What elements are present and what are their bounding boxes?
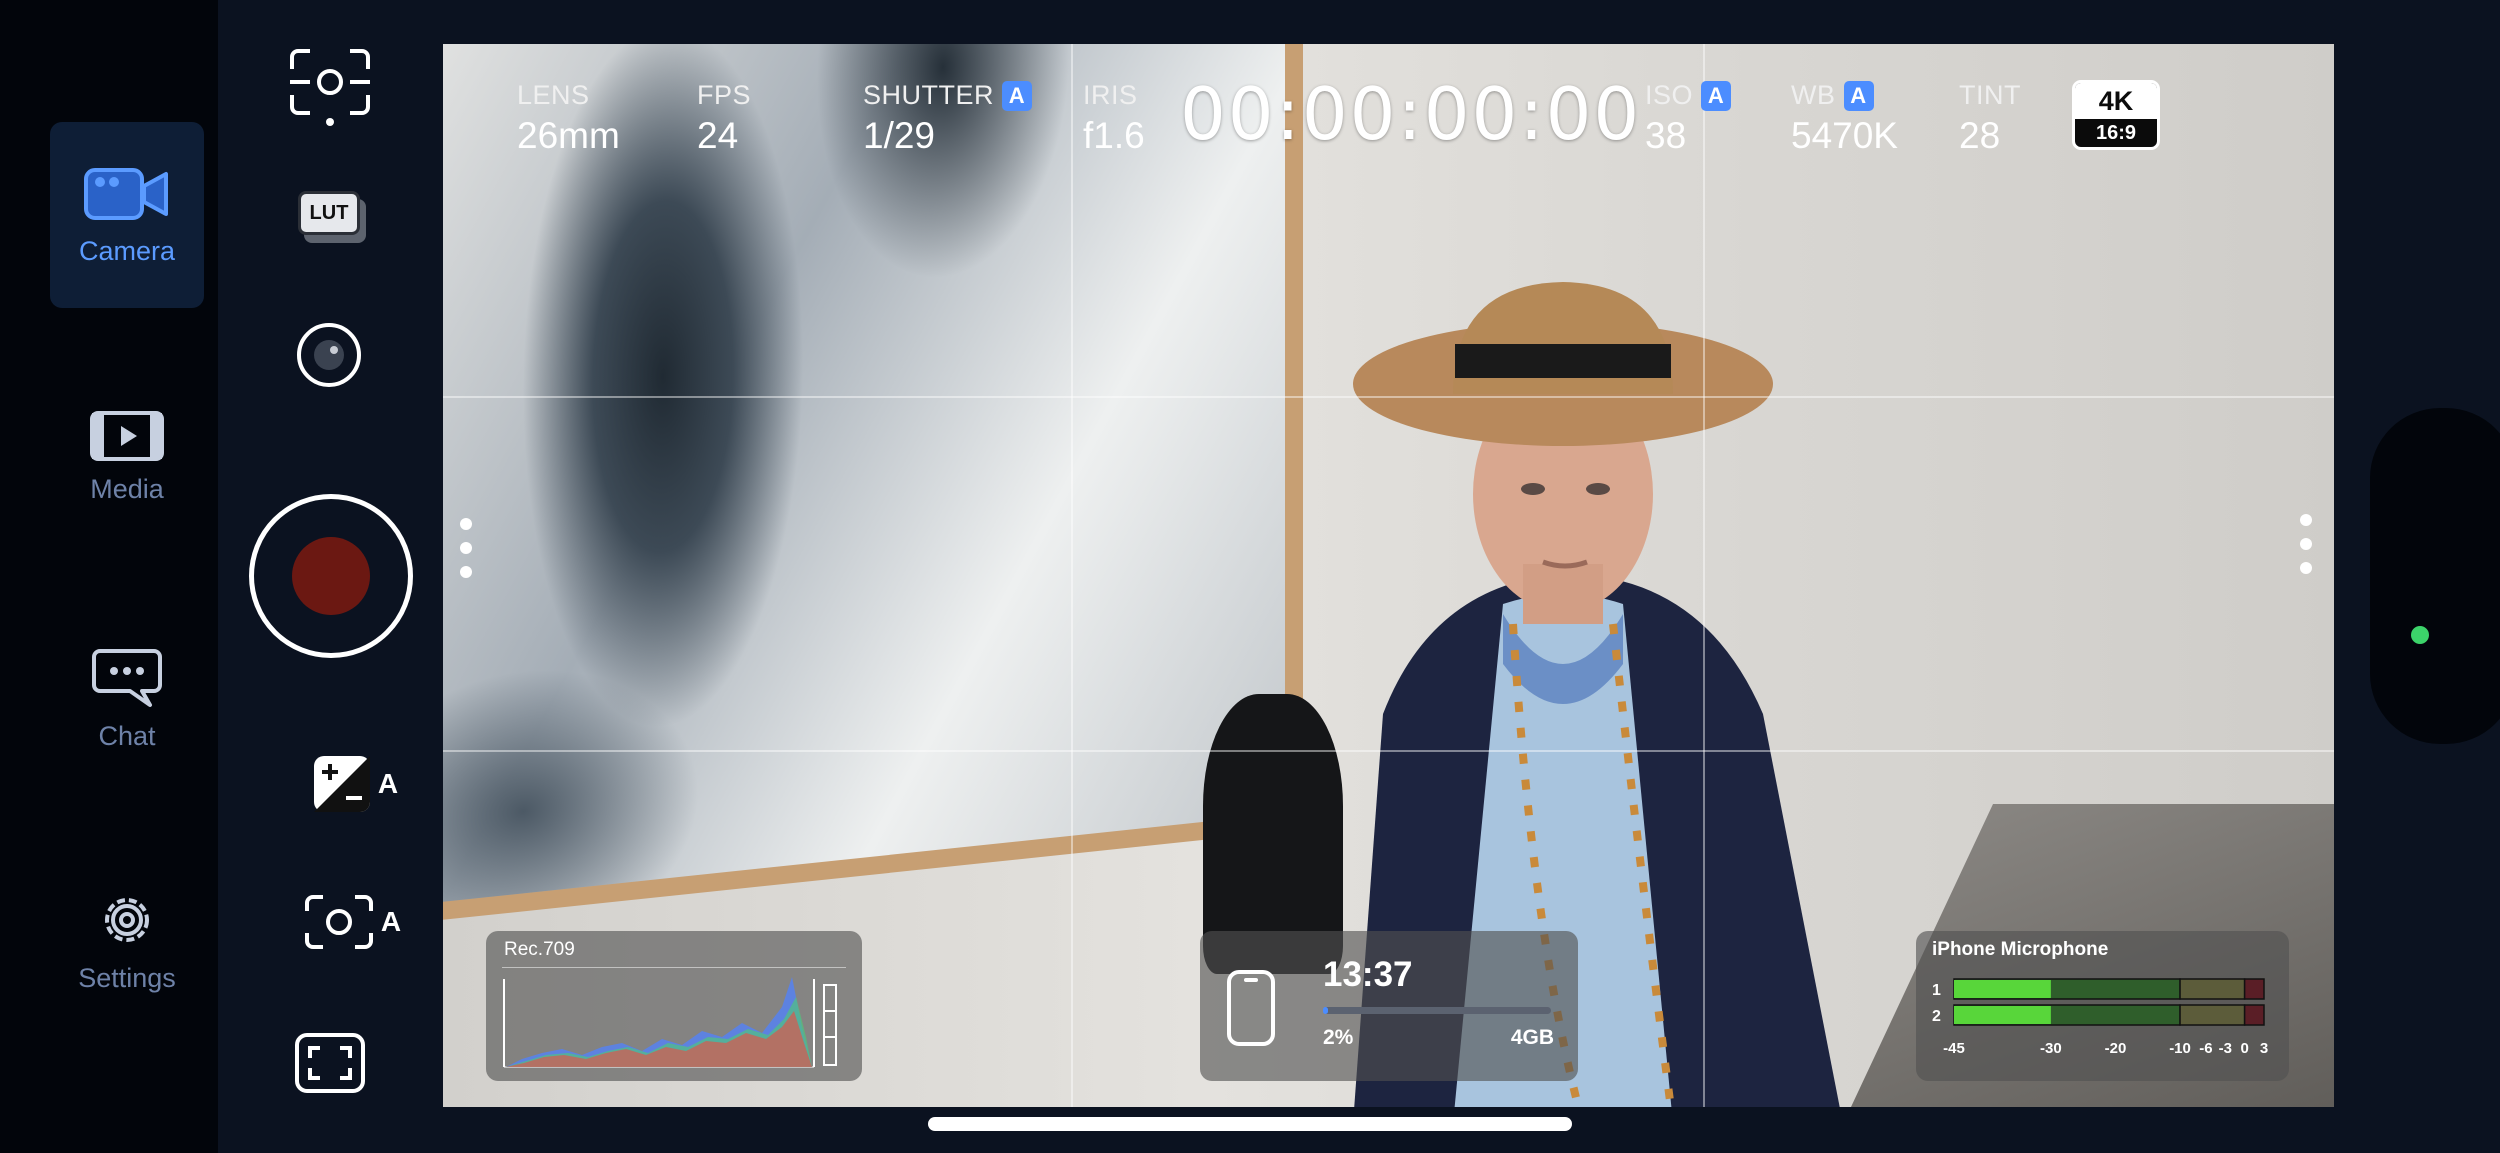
timecode[interactable]: 00:00:00:00 [1180, 72, 1641, 156]
camera-select-button[interactable] [294, 320, 364, 390]
audio-level-bar [1954, 980, 2051, 998]
audio-level-meters: 12-45 -30 -20 -10 -6 -3 0 3 [1932, 978, 2268, 1057]
wb-auto-badge: A [1843, 80, 1874, 111]
grid-line-v2 [1703, 44, 1705, 1107]
gear-icon [105, 897, 149, 942]
nav-media-label: Media [90, 473, 164, 504]
histogram-graph [502, 967, 846, 1068]
hud-iso[interactable]: ISO A 38 [1645, 80, 1732, 157]
storage-usage-bar [1323, 1007, 1551, 1014]
aspect-ratio-value: 16:9 [2095, 121, 2137, 144]
left-drawer-handle[interactable] [457, 518, 475, 578]
tint-value: 28 [1959, 115, 2001, 156]
record-dot [292, 537, 370, 615]
left-navigation: Camera Media Chat Settings [0, 0, 218, 1153]
hud-lens[interactable]: LENS 26mm [517, 80, 620, 157]
resolution-value: 4K [2075, 83, 2157, 119]
video-camera-icon [84, 167, 168, 220]
nav-chat-label: Chat [98, 720, 156, 751]
audio-scale-label: 0 [2240, 1040, 2248, 1057]
audio-scale-label: -6 [2199, 1040, 2212, 1057]
audio-meter-segment [2243, 1004, 2265, 1026]
audio-scale-label: -45 [1943, 1040, 1965, 1057]
lens-label: LENS [517, 80, 590, 110]
camera-focus-icon [304, 895, 373, 949]
fps-value: 24 [697, 115, 739, 156]
status-indicator [2411, 626, 2429, 644]
audio-channel-label: 1 [1932, 982, 1941, 999]
shutter-label: SHUTTER [863, 80, 994, 110]
frame-corners-icon [295, 1033, 365, 1093]
home-indicator[interactable] [928, 1117, 1572, 1131]
audio-scale-label: -3 [2219, 1040, 2232, 1057]
lut-icon: LUT [298, 191, 366, 243]
recording-time-remaining: 13:37 [1323, 955, 1413, 994]
shutter-value: 1/29 [863, 115, 936, 156]
audio-scale-label: -10 [2169, 1040, 2191, 1057]
audio-scale-label: -30 [2040, 1040, 2062, 1057]
grid-line-v1 [1071, 44, 1073, 1107]
storage-panel[interactable]: 13:37 2% 4GB [1200, 931, 1578, 1081]
auto-focus-button[interactable]: A [292, 890, 412, 954]
shutter-auto-badge: A [1002, 80, 1032, 111]
tint-label: TINT [1959, 80, 2021, 110]
storage-percent-used: 2% [1323, 1026, 1354, 1049]
iris-label: IRIS [1083, 80, 1138, 110]
nav-settings-label: Settings [78, 962, 176, 993]
film-strip-icon [90, 410, 164, 461]
frame-guides-button[interactable] [292, 1030, 368, 1096]
audio-meter-segment [2179, 978, 2246, 1000]
chat-bubble-icon [92, 648, 162, 707]
exposure-compensation-icon [313, 756, 370, 812]
exposure-compensation-button[interactable]: A [300, 752, 410, 816]
audio-meter-segment [2179, 1004, 2246, 1026]
auto-focus-indicator: A [380, 906, 402, 937]
lens-icon [297, 323, 361, 387]
audio-channel-label: 2 [1932, 1008, 1941, 1025]
auto-exposure-indicator: A [377, 768, 399, 799]
wb-label: WB [1791, 80, 1836, 110]
audio-meter-segment [2243, 978, 2265, 1000]
viewfinder[interactable]: LENS 26mm FPS 24 SHUTTER A 1/29 IRIS f1.6… [443, 44, 2334, 1107]
storage-usage-fill [1323, 1007, 1328, 1014]
histogram-panel[interactable]: Rec.709 [486, 931, 862, 1081]
storage-capacity: 4GB [1510, 1026, 1554, 1049]
hud-tint[interactable]: TINT 28 [1959, 80, 2021, 157]
resolution-badge[interactable]: 4K 16:9 [2072, 80, 2160, 150]
hud-fps[interactable]: FPS 24 [697, 80, 751, 157]
focus-target-icon [290, 49, 370, 126]
lens-value: 26mm [517, 115, 620, 156]
right-drawer-handle[interactable] [2297, 514, 2315, 574]
fps-label: FPS [697, 80, 752, 110]
iso-auto-badge: A [1701, 80, 1732, 111]
record-button[interactable] [249, 494, 413, 658]
phone-storage-icon [1227, 970, 1275, 1046]
right-control-pill[interactable] [2370, 408, 2500, 744]
grid-line-h1 [443, 396, 2334, 398]
audio-source-title: iPhone Microphone [1932, 939, 2109, 960]
focus-target-button[interactable] [285, 46, 375, 128]
nav-camera-label: Camera [78, 235, 176, 266]
grid-line-h2 [443, 750, 2334, 752]
hud-white-balance[interactable]: WB A 5470K [1791, 80, 1898, 157]
audio-meter-panel[interactable]: iPhone Microphone 1 2 -45 -30 -20 -10 -6 -3 0 3 [1916, 931, 2289, 1081]
nav-media[interactable]: Media [50, 364, 204, 550]
lut-button[interactable]: LUT [292, 186, 372, 248]
audio-level-bar [1954, 1006, 2051, 1024]
nav-camera[interactable]: Camera [50, 122, 204, 308]
hud-shutter[interactable]: SHUTTER A 1/29 [863, 80, 1032, 157]
scene-painting [443, 44, 1303, 924]
nav-settings[interactable]: Settings [50, 848, 204, 1034]
audio-scale-label: -20 [2105, 1040, 2127, 1057]
nav-chat[interactable]: Chat [50, 606, 204, 792]
lut-label: LUT [309, 201, 349, 224]
iso-label: ISO [1645, 80, 1694, 110]
iso-value: 38 [1645, 115, 1687, 156]
hud-iris[interactable]: IRIS f1.6 [1083, 80, 1145, 157]
audio-scale-label: 3 [2260, 1040, 2268, 1057]
wb-value: 5470K [1791, 115, 1898, 156]
histogram-title: Rec.709 [504, 939, 575, 960]
iris-value: f1.6 [1083, 115, 1145, 156]
